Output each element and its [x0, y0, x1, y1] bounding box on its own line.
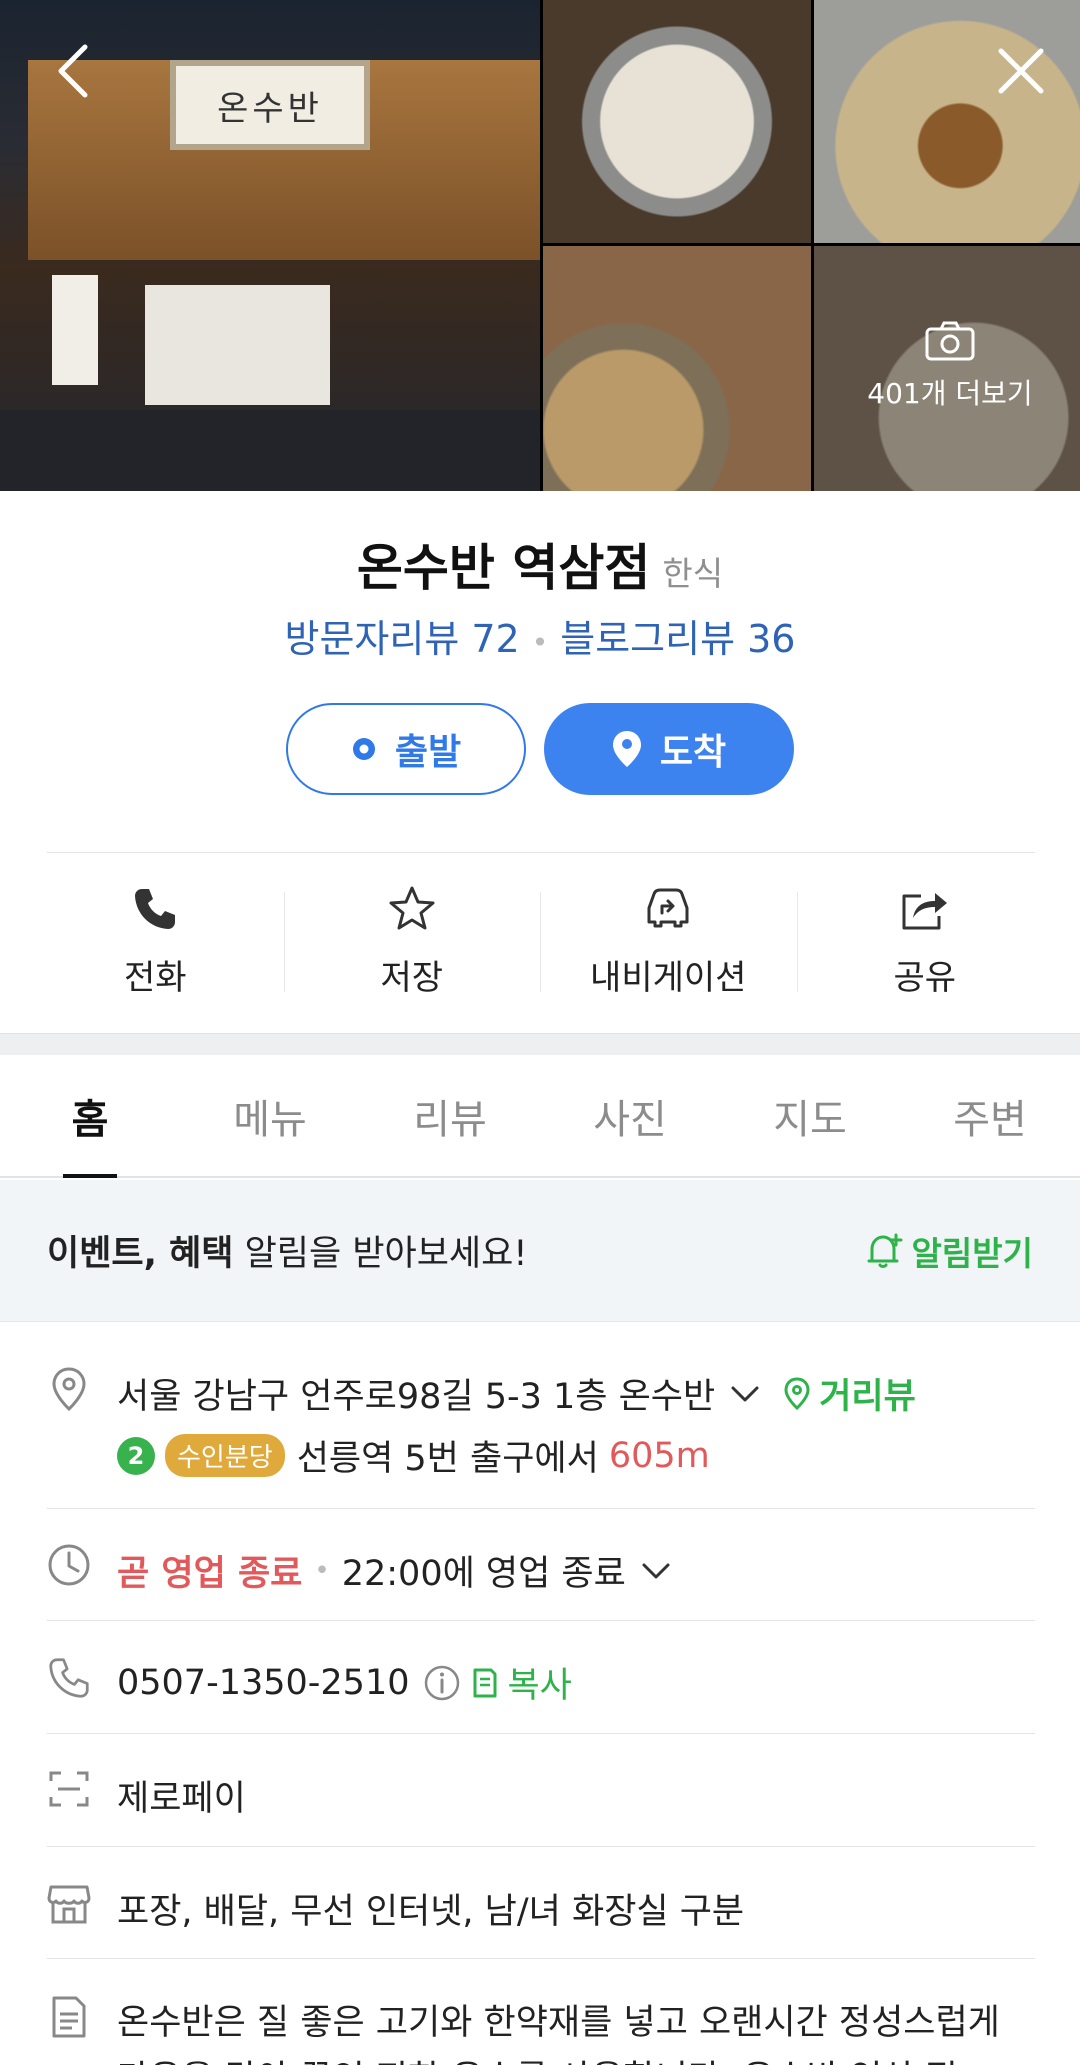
- description-text: 온수반은 질 좋은 고기와 한약재를 넣고 오랜시간 정성스럽게 마음을 담아 …: [117, 2003, 1000, 2065]
- facilities-row: 포장, 배달, 무선 인터넷, 남/녀 화장실 구분: [47, 1847, 1035, 1959]
- place-header: 온수반 역삼점 한식: [0, 528, 1080, 600]
- phone-outline-icon: [47, 1657, 91, 1699]
- save-label: 저장: [380, 958, 444, 998]
- subway-line: 2 수인분당 선릉역 5번 출구에서 605m: [117, 1430, 710, 1481]
- back-button[interactable]: [38, 36, 108, 106]
- notify-message: 이벤트, 혜택 알림을 받아보세요!: [47, 1225, 527, 1276]
- tab-map[interactable]: 지도: [720, 1055, 900, 1176]
- tab-nearby[interactable]: 주변: [900, 1055, 1080, 1176]
- station-text: 선릉역 5번 출구에서: [296, 1439, 599, 1479]
- start-button[interactable]: 출발: [286, 703, 526, 795]
- visitor-review-link[interactable]: 방문자리뷰 72: [285, 617, 520, 661]
- subscribe-alert-button[interactable]: 알림받기: [864, 1227, 1033, 1275]
- share-action[interactable]: 공유: [796, 880, 1054, 1000]
- place-category: 한식: [662, 554, 724, 593]
- floor: [0, 410, 540, 491]
- street-view-button[interactable]: 거리뷰: [783, 1368, 916, 1419]
- separator-dot: •: [314, 1555, 330, 1586]
- start-label: 출발: [394, 732, 462, 773]
- separator-dot: •: [531, 626, 549, 659]
- street-view-label: 거리뷰: [819, 1377, 916, 1417]
- scan-pay-icon: [47, 1770, 91, 1808]
- place-title: 온수반 역삼점: [356, 539, 651, 597]
- event-notify-banner: 이벤트, 혜택 알림을 받아보세요! 알림받기: [0, 1180, 1080, 1322]
- share-label: 공유: [893, 958, 957, 998]
- phone-row: 0507-1350-2510 복사: [47, 1621, 1035, 1734]
- subscribe-label: 알림받기: [911, 1233, 1033, 1273]
- subway-line-name-badge: 수인분당: [165, 1434, 285, 1477]
- payment-text: 제로페이: [117, 1779, 246, 1819]
- action-bar: 전화 저장 내비게이션 공유: [27, 880, 1053, 1000]
- phone-icon: [135, 889, 176, 929]
- section-gap: [0, 1033, 1080, 1055]
- chevron-down-icon[interactable]: [640, 1560, 672, 1582]
- more-photos-label: 401개 더보기: [867, 377, 1033, 410]
- subway-line-badge: 2: [117, 1436, 155, 1475]
- arrive-button[interactable]: 도착: [544, 703, 794, 795]
- payment-row: 제로페이: [47, 1734, 1035, 1847]
- origin-dot-icon: [352, 738, 375, 760]
- review-summary: 방문자리뷰 72 • 블로그리뷰 36: [0, 608, 1080, 663]
- hours-detail: 22:00에 영업 종료: [341, 1554, 626, 1594]
- phone-number[interactable]: 0507-1350-2510: [117, 1663, 409, 1703]
- call-action[interactable]: 전화: [27, 880, 284, 1000]
- tab-bar: 홈 메뉴 리뷰 사진 지도 주변: [0, 1055, 1080, 1178]
- copy-label: 복사: [507, 1666, 572, 1706]
- copy-icon: [473, 1668, 497, 1697]
- tab-photo[interactable]: 사진: [540, 1055, 720, 1176]
- close-button[interactable]: [986, 36, 1056, 106]
- store-icon: [47, 1883, 91, 1925]
- directions-row: 출발 도착: [0, 703, 1080, 795]
- street-view-pin-icon: [784, 1376, 810, 1410]
- photo-gallery[interactable]: 온수반 401개 더보기: [0, 0, 1080, 491]
- chevron-left-icon: [58, 44, 88, 98]
- food-photo-3[interactable]: [543, 246, 811, 491]
- food-photo-1[interactable]: [543, 0, 811, 243]
- address-row: 서울 강남구 언주로98길 5-3 1층 온수반 거리뷰 2 수인분당 선릉역 …: [47, 1322, 1035, 1509]
- blog-review-link[interactable]: 블로그리뷰 36: [560, 617, 795, 661]
- hours-text: 곧 영업 종료 • 22:00에 영업 종료: [117, 1545, 672, 1596]
- more-photos-button[interactable]: 401개 더보기: [840, 320, 1060, 412]
- save-action[interactable]: 저장: [283, 880, 541, 1000]
- close-icon: [998, 48, 1044, 94]
- chevron-down-icon[interactable]: [729, 1383, 761, 1405]
- clock-icon: [47, 1543, 91, 1587]
- copy-phone-button[interactable]: 복사: [471, 1657, 572, 1708]
- call-label: 전화: [123, 958, 187, 998]
- store-sign: 온수반: [170, 60, 370, 150]
- share-icon: [902, 893, 947, 930]
- hours-row[interactable]: 곧 영업 종료 • 22:00에 영업 종료: [47, 1509, 1035, 1621]
- store-banner: [145, 285, 330, 405]
- navigation-label: 내비게이션: [590, 958, 747, 998]
- document-icon: [47, 1995, 91, 2039]
- camera-icon: [925, 321, 975, 361]
- car-icon: [647, 888, 689, 928]
- address-line: 서울 강남구 언주로98길 5-3 1층 온수반 거리뷰: [117, 1368, 916, 1419]
- tab-home[interactable]: 홈: [0, 1055, 180, 1176]
- info-icon[interactable]: [423, 1664, 461, 1702]
- arrive-label: 도착: [659, 732, 727, 773]
- notify-message-bold: 이벤트, 혜택: [47, 1234, 234, 1274]
- navigation-action[interactable]: 내비게이션: [540, 880, 797, 1000]
- phone-text: 0507-1350-2510 복사: [117, 1657, 572, 1708]
- star-icon: [389, 886, 435, 930]
- description-row: 온수반은 질 좋은 고기와 한약재를 넣고 오랜시간 정성스럽게 마음을 담아 …: [47, 1959, 1035, 2065]
- location-pin-icon: [47, 1366, 91, 1412]
- facilities-text: 포장, 배달, 무선 인터넷, 남/녀 화장실 구분: [117, 1892, 745, 1932]
- notify-message-rest: 알림을 받아보세요!: [233, 1234, 528, 1274]
- vertical-sign: [52, 275, 98, 385]
- bell-plus-icon: [867, 1233, 903, 1268]
- address-text[interactable]: 서울 강남구 언주로98길 5-3 1층 온수반: [117, 1368, 715, 1419]
- divider: [47, 852, 1035, 853]
- tab-review[interactable]: 리뷰: [360, 1055, 540, 1176]
- map-pin-icon: [612, 731, 641, 767]
- business-status: 곧 영업 종료: [117, 1554, 303, 1594]
- distance-text: 605m: [608, 1435, 710, 1476]
- tab-menu[interactable]: 메뉴: [180, 1055, 360, 1176]
